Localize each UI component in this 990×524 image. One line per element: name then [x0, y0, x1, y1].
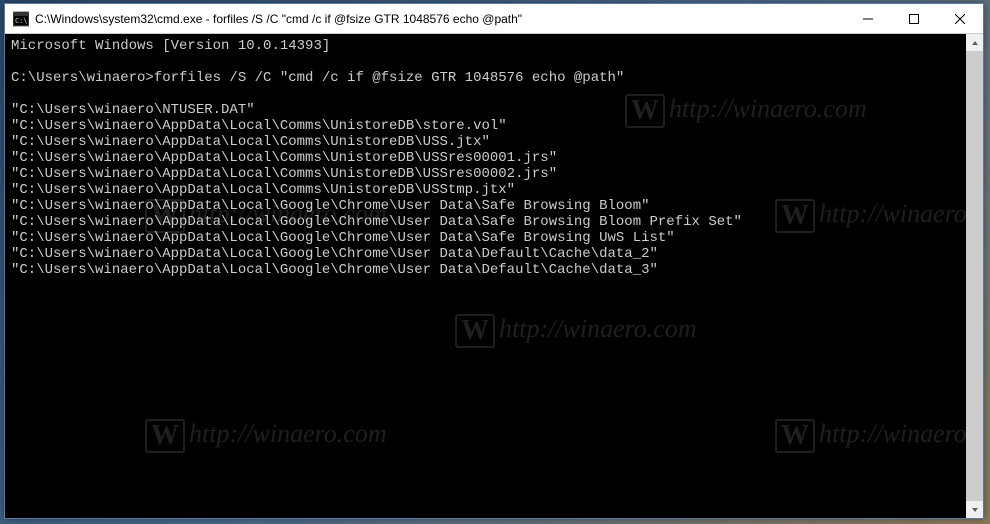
console-line: "C:\Users\winaero\AppData\Local\Comms\Un…: [11, 150, 966, 166]
vertical-scrollbar[interactable]: [966, 34, 983, 518]
console-line: C:\Users\winaero>forfiles /S /C "cmd /c …: [11, 70, 966, 86]
window-controls: [845, 4, 983, 33]
cmd-window: C:\ C:\Windows\system32\cmd.exe - forfil…: [4, 3, 984, 519]
console-body: Whttp://winaero.com Whttp://winaero.com …: [5, 34, 983, 518]
console-line: "C:\Users\winaero\AppData\Local\Comms\Un…: [11, 166, 966, 182]
console-line: "C:\Users\winaero\AppData\Local\Google\C…: [11, 230, 966, 246]
console-line: "C:\Users\winaero\AppData\Local\Google\C…: [11, 198, 966, 214]
console-output[interactable]: Microsoft Windows [Version 10.0.14393] C…: [5, 34, 966, 518]
titlebar[interactable]: C:\ C:\Windows\system32\cmd.exe - forfil…: [5, 4, 983, 34]
console-line: [11, 54, 966, 70]
cmd-icon: C:\: [13, 11, 29, 27]
scroll-down-button[interactable]: [966, 501, 983, 518]
console-line: "C:\Users\winaero\AppData\Local\Google\C…: [11, 262, 966, 278]
minimize-button[interactable]: [845, 4, 891, 34]
scroll-thumb[interactable]: [966, 51, 983, 501]
console-line: "C:\Users\winaero\AppData\Local\Comms\Un…: [11, 134, 966, 150]
maximize-button[interactable]: [891, 4, 937, 34]
console-line: "C:\Users\winaero\AppData\Local\Comms\Un…: [11, 118, 966, 134]
window-title: C:\Windows\system32\cmd.exe - forfiles /…: [35, 12, 845, 26]
scroll-track[interactable]: [966, 51, 983, 501]
scroll-up-button[interactable]: [966, 34, 983, 51]
close-button[interactable]: [937, 4, 983, 34]
console-line: Microsoft Windows [Version 10.0.14393]: [11, 38, 966, 54]
console-line: "C:\Users\winaero\AppData\Local\Google\C…: [11, 214, 966, 230]
console-line: [11, 86, 966, 102]
console-line: "C:\Users\winaero\AppData\Local\Google\C…: [11, 246, 966, 262]
svg-text:C:\: C:\: [15, 17, 28, 25]
console-line: "C:\Users\winaero\AppData\Local\Comms\Un…: [11, 182, 966, 198]
console-line: "C:\Users\winaero\NTUSER.DAT": [11, 102, 966, 118]
